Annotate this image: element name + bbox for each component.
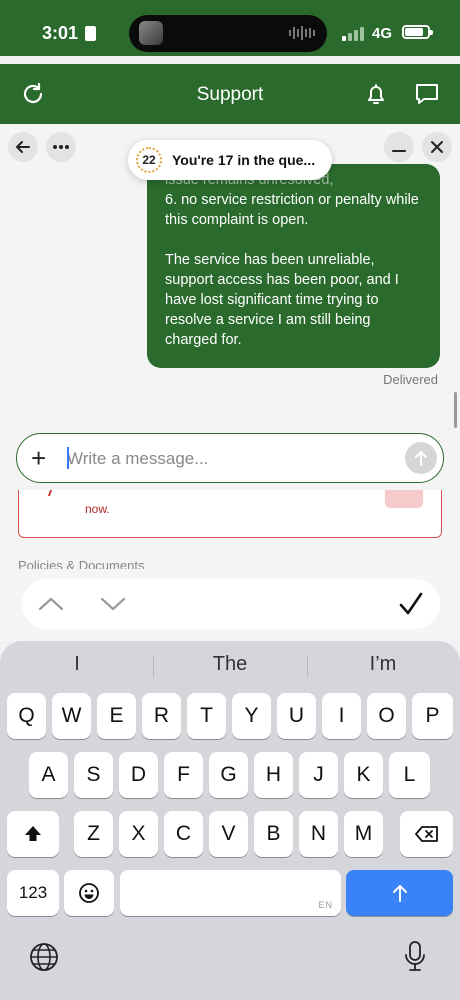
backspace-icon (414, 826, 438, 842)
minimize-icon (392, 150, 406, 152)
key-q[interactable]: Q (7, 693, 46, 739)
return-arrow-icon (392, 885, 407, 902)
delivery-status: Delivered (383, 372, 438, 387)
close-button[interactable] (422, 132, 452, 162)
suggestion-2[interactable]: The (155, 653, 305, 676)
key-e[interactable]: E (97, 693, 136, 739)
chevron-down-icon[interactable] (100, 596, 126, 612)
section-heading: Policies & Documents (18, 558, 145, 569)
battery-icon (402, 25, 433, 39)
back-button[interactable] (8, 132, 38, 162)
key-w[interactable]: W (52, 693, 91, 739)
message-line-item: 6. no service restriction or penalty whi… (165, 192, 419, 228)
alert-card: now. (18, 490, 442, 538)
alert-card-action[interactable] (385, 490, 423, 508)
key-g[interactable]: G (209, 752, 248, 798)
form-navigation-pill (22, 579, 440, 629)
more-icon (53, 145, 69, 149)
close-icon (431, 141, 443, 153)
key-h[interactable]: H (254, 752, 293, 798)
key-c[interactable]: C (164, 811, 203, 857)
id-card-icon (85, 26, 96, 41)
more-button[interactable] (46, 132, 76, 162)
alert-mark-icon (47, 490, 61, 496)
shift-key[interactable] (7, 811, 59, 857)
chat-panel: 22 You're 17 in the que... issue remains… (0, 124, 460, 569)
onscreen-keyboard: I The I’m Q W E R T Y U I O P A S D F G … (0, 641, 460, 1000)
queue-position-badge: 22 (136, 147, 162, 173)
page-title: Support (196, 84, 264, 105)
attach-plus-icon[interactable]: + (31, 445, 46, 471)
message-composer: + (16, 433, 444, 483)
key-l[interactable]: L (389, 752, 430, 798)
key-b[interactable]: B (254, 811, 293, 857)
key-d[interactable]: D (119, 752, 158, 798)
message-input[interactable] (67, 446, 387, 472)
key-s[interactable]: S (74, 752, 113, 798)
key-r[interactable]: R (142, 693, 181, 739)
suggestion-1[interactable]: I (2, 653, 152, 676)
status-bar: 3:01 4G (0, 0, 460, 56)
key-n[interactable]: N (299, 811, 338, 857)
checkmark-icon[interactable] (398, 591, 424, 617)
emoji-key[interactable] (64, 870, 114, 916)
alert-card-text: now. (85, 502, 110, 516)
suggestion-3[interactable]: I’m (308, 653, 458, 676)
send-arrow-icon (415, 451, 427, 466)
key-m[interactable]: M (344, 811, 383, 857)
key-o[interactable]: O (367, 693, 406, 739)
signal-icon (342, 27, 364, 41)
now-playing-thumbnail (139, 21, 163, 45)
message-paragraph: The service has been unreliable, support… (165, 252, 399, 348)
key-v[interactable]: V (209, 811, 248, 857)
key-a[interactable]: A (29, 752, 68, 798)
key-f[interactable]: F (164, 752, 203, 798)
numbers-key[interactable]: 123 (7, 870, 59, 916)
queue-status-text: You're 17 in the que... (172, 152, 316, 168)
network-label: 4G (372, 25, 393, 42)
status-time: 3:01 (42, 23, 79, 43)
waveform-icon (289, 26, 315, 40)
dynamic-island (129, 15, 327, 52)
key-i[interactable]: I (322, 693, 361, 739)
chat-icon[interactable] (414, 81, 440, 107)
space-language-label: EN (318, 900, 333, 910)
backspace-key[interactable] (400, 811, 453, 857)
shift-icon (25, 826, 41, 841)
back-arrow-icon (16, 141, 30, 153)
key-z[interactable]: Z (74, 811, 113, 857)
key-j[interactable]: J (299, 752, 338, 798)
text-caret (67, 447, 69, 469)
key-t[interactable]: T (187, 693, 226, 739)
keyboard-accessory-bar (0, 569, 460, 641)
emoji-icon (79, 883, 99, 903)
space-key[interactable]: EN (120, 870, 341, 916)
minimize-button[interactable] (384, 132, 414, 162)
chevron-up-icon[interactable] (38, 596, 64, 612)
queue-status-pill[interactable]: 22 You're 17 in the que... (128, 140, 332, 180)
scrollbar[interactable] (454, 392, 457, 428)
microphone-icon[interactable] (402, 940, 428, 974)
key-k[interactable]: K (344, 752, 383, 798)
key-x[interactable]: X (119, 811, 158, 857)
key-p[interactable]: P (412, 693, 453, 739)
globe-icon[interactable] (28, 941, 60, 973)
send-button[interactable] (405, 442, 437, 474)
app-header: Support (0, 64, 460, 124)
bell-icon[interactable] (363, 81, 389, 107)
sent-message-bubble: issue remains unresolved, 6. no service … (147, 164, 440, 368)
key-y[interactable]: Y (232, 693, 271, 739)
return-key[interactable] (346, 870, 453, 916)
key-u[interactable]: U (277, 693, 316, 739)
